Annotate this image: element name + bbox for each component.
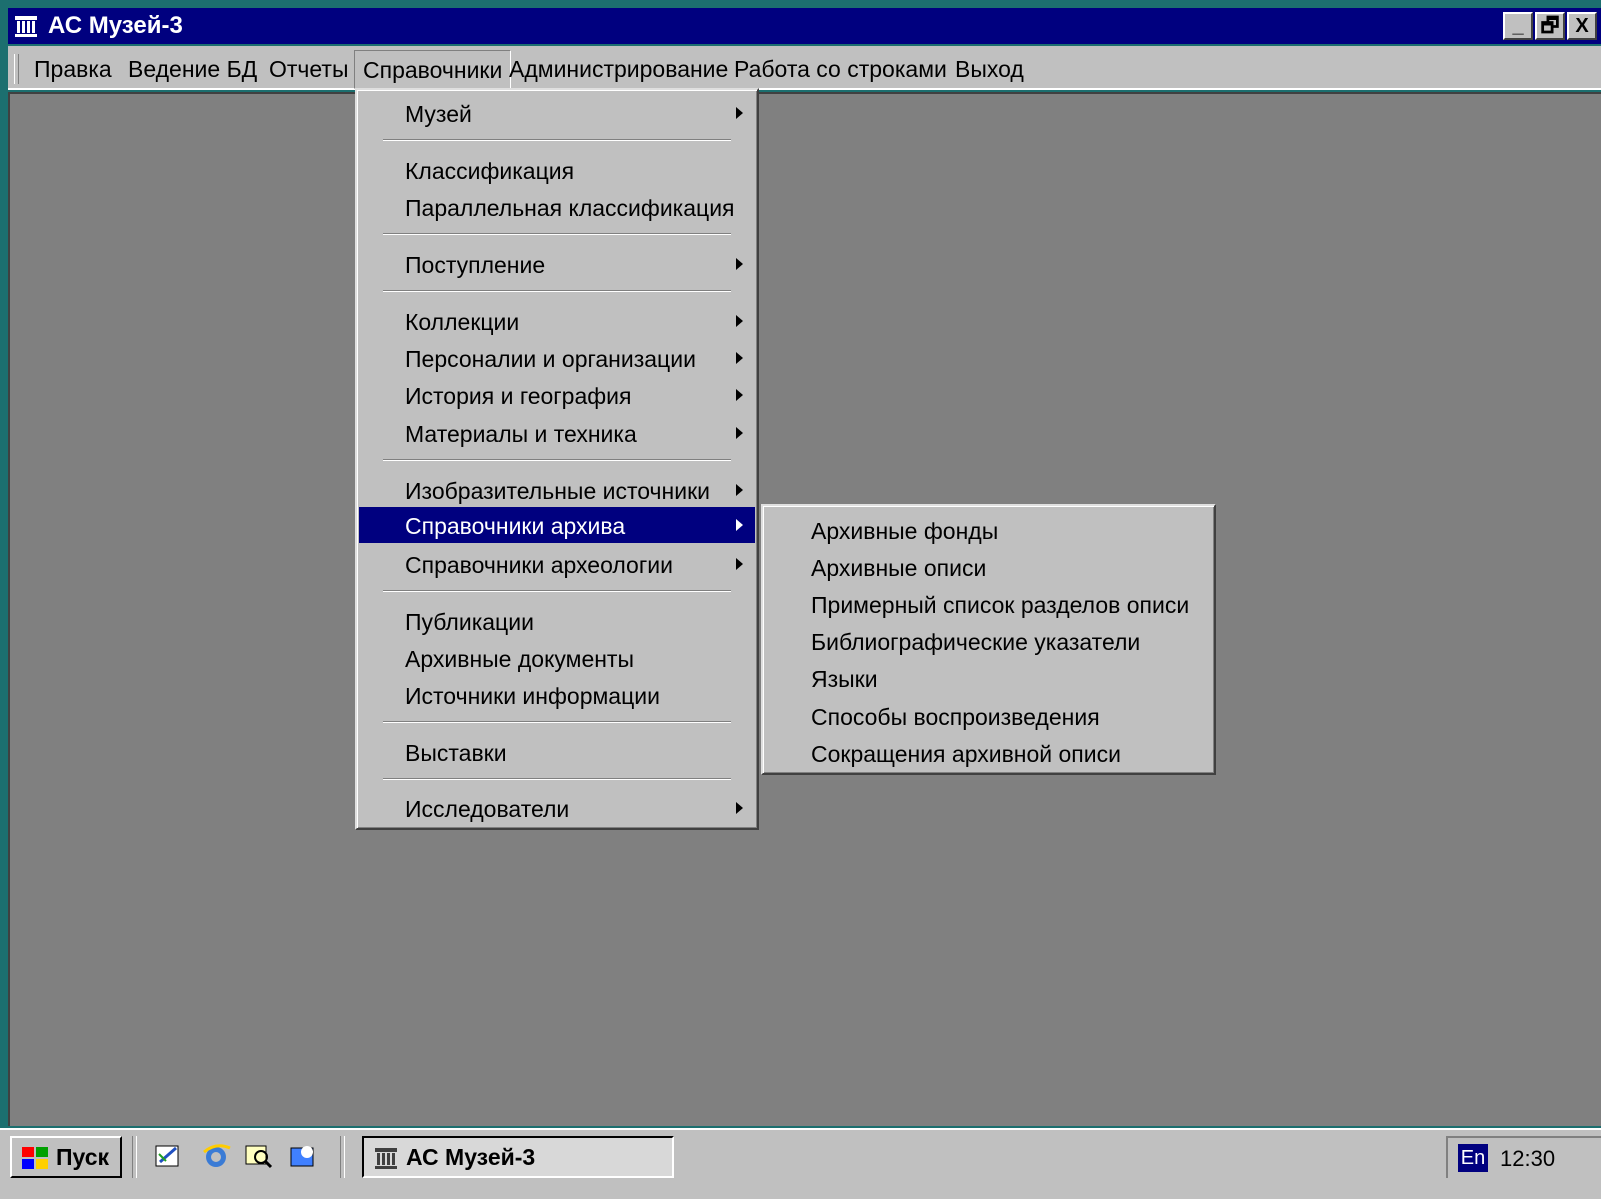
menu-separator [383, 139, 731, 141]
menu-item-arhivnye-dokumenty[interactable]: Архивные документы [359, 640, 755, 676]
menu-pravka[interactable]: Правка [34, 56, 112, 83]
menu-item-label: Справочники архива [405, 513, 626, 539]
submenu-item-sposoby-vosproizvedeniya[interactable]: Способы воспроизведения [765, 698, 1212, 734]
menu-administrirovanie[interactable]: Администрирование [509, 56, 728, 83]
menu-item-label: Библиографические указатели [811, 629, 1141, 655]
submenu-item-arhivnye-opisi[interactable]: Архивные описи [765, 549, 1212, 585]
menubar-grip [14, 54, 19, 84]
menu-item-istoriya-geografiya[interactable]: История и география [359, 377, 755, 413]
menu-item-publikatsii[interactable]: Публикации [359, 603, 755, 639]
submenu-arrow-icon [736, 519, 743, 531]
menubar: Правка Ведение БД Отчеты Справочники Адм… [8, 46, 1601, 90]
menu-item-personalii[interactable]: Персоналии и организации [359, 340, 755, 376]
submenu-arrow-icon [736, 107, 743, 119]
menu-item-issledovateli[interactable]: Исследователи [359, 790, 755, 826]
menu-spravochniki[interactable]: Справочники [354, 50, 512, 89]
submenu-arrow-icon [736, 484, 743, 496]
taskbar-divider [340, 1136, 345, 1178]
menu-vyhod[interactable]: Выход [955, 56, 1024, 83]
restore-button[interactable]: 🗗 [1535, 12, 1565, 40]
menu-item-label: Сокращения архивной описи [811, 741, 1121, 767]
submenu-arrow-icon [736, 558, 743, 570]
start-label: Пуск [56, 1144, 110, 1170]
menu-item-label: Параллельная классификация [405, 195, 735, 221]
window-title: АС Музей-3 [48, 12, 183, 39]
submenu-item-bibliograficheskie-ukazateli[interactable]: Библиографические указатели [765, 623, 1212, 659]
submenu-item-yazyki[interactable]: Языки [765, 660, 1212, 696]
menu-separator [383, 290, 731, 292]
taskbar: Пуск АС Музей-3 En 12:30 [0, 1128, 1601, 1199]
menu-item-label: Архивные документы [405, 646, 635, 672]
submenu-arrow-icon [736, 258, 743, 270]
menu-item-label: Способы воспроизведения [811, 704, 1100, 730]
menu-item-postuplenie[interactable]: Поступление [359, 246, 755, 282]
menu-item-label: Архивные описи [811, 555, 987, 581]
channels-icon[interactable] [287, 1140, 319, 1172]
menu-item-label: Исследователи [405, 796, 570, 822]
menu-item-label: Музей [405, 101, 472, 127]
menu-item-spravochniki-arhiva[interactable]: Справочники архива [359, 507, 755, 543]
menu-item-label: Коллекции [405, 309, 520, 335]
submenu-arrow-icon [736, 352, 743, 364]
windows-logo-icon [22, 1147, 48, 1169]
menu-item-vystavki[interactable]: Выставки [359, 734, 755, 770]
menu-item-spravochniki-arheologii[interactable]: Справочники археологии [359, 546, 755, 582]
menu-item-istochniki-informatsii[interactable]: Источники информации [359, 677, 755, 713]
menu-item-muzei[interactable]: Музей [359, 95, 755, 131]
submenu-item-arhivnye-fondy[interactable]: Архивные фонды [765, 512, 1212, 548]
submenu-item-primernyi-spisok[interactable]: Примерный список разделов описи [765, 586, 1212, 622]
minimize-button[interactable]: _ [1503, 12, 1533, 40]
menu-separator [383, 721, 731, 723]
taskbar-divider [132, 1136, 137, 1178]
submenu-arrow-icon [736, 315, 743, 327]
menu-item-label: Языки [811, 666, 878, 692]
menu-item-materialy-tehnika[interactable]: Материалы и техника [359, 415, 755, 451]
menu-item-label: Персоналии и организации [405, 346, 696, 372]
menu-item-label: Изобразительные источники [405, 478, 710, 504]
menu-item-label: Архивные фонды [811, 518, 999, 544]
menu-item-label: Публикации [405, 609, 534, 635]
museum-icon [15, 16, 37, 37]
menu-item-klassifikatsiya[interactable]: Классификация [359, 152, 755, 188]
menu-separator [383, 459, 731, 461]
menu-item-label: Материалы и техника [405, 421, 637, 447]
submenu-spravochniki-arhiva: Архивные фонды Архивные описи Примерный … [761, 504, 1216, 775]
outlook-express-icon[interactable] [152, 1140, 184, 1172]
dropdown-menu-spravochniki: Музей Классификация Параллельная классиф… [355, 88, 759, 830]
menu-separator [383, 590, 731, 592]
menu-otchety[interactable]: Отчеты [269, 56, 349, 83]
menu-rabota-so-strokami[interactable]: Работа со строками [734, 56, 947, 83]
system-tray: En 12:30 [1446, 1136, 1601, 1178]
menu-item-parallelnaya-klassifikatsiya[interactable]: Параллельная классификация [359, 189, 755, 225]
menu-item-label: Выставки [405, 740, 507, 766]
submenu-arrow-icon [736, 802, 743, 814]
menu-item-izobrazitelnye-istochniki[interactable]: Изобразительные источники [359, 472, 755, 508]
submenu-arrow-icon [736, 427, 743, 439]
menu-vedenie-bd[interactable]: Ведение БД [128, 56, 257, 83]
menu-item-label: Примерный список разделов описи [811, 592, 1190, 618]
menu-item-label: Справочники археологии [405, 552, 673, 578]
clock[interactable]: 12:30 [1500, 1146, 1555, 1172]
window-titlebar[interactable]: АС Музей-3 _ 🗗 X [8, 8, 1601, 44]
menu-item-label: Классификация [405, 158, 575, 184]
menu-item-label: Источники информации [405, 683, 660, 709]
start-button[interactable]: Пуск [10, 1136, 122, 1178]
menu-separator [383, 778, 731, 780]
internet-explorer-icon[interactable] [200, 1140, 232, 1172]
submenu-item-sokrashcheniya[interactable]: Сокращения архивной описи [765, 735, 1212, 771]
menu-item-label: Поступление [405, 252, 546, 278]
task-button-label: АС Музей-3 [406, 1144, 536, 1170]
close-button[interactable]: X [1567, 12, 1597, 40]
menu-item-kollektsii[interactable]: Коллекции [359, 303, 755, 339]
menu-item-label: История и география [405, 383, 632, 409]
language-indicator[interactable]: En [1458, 1144, 1488, 1172]
submenu-arrow-icon [736, 389, 743, 401]
task-button-museum[interactable]: АС Музей-3 [362, 1136, 674, 1178]
museum-icon [375, 1148, 397, 1169]
menu-separator [383, 233, 731, 235]
find-icon[interactable] [243, 1140, 275, 1172]
